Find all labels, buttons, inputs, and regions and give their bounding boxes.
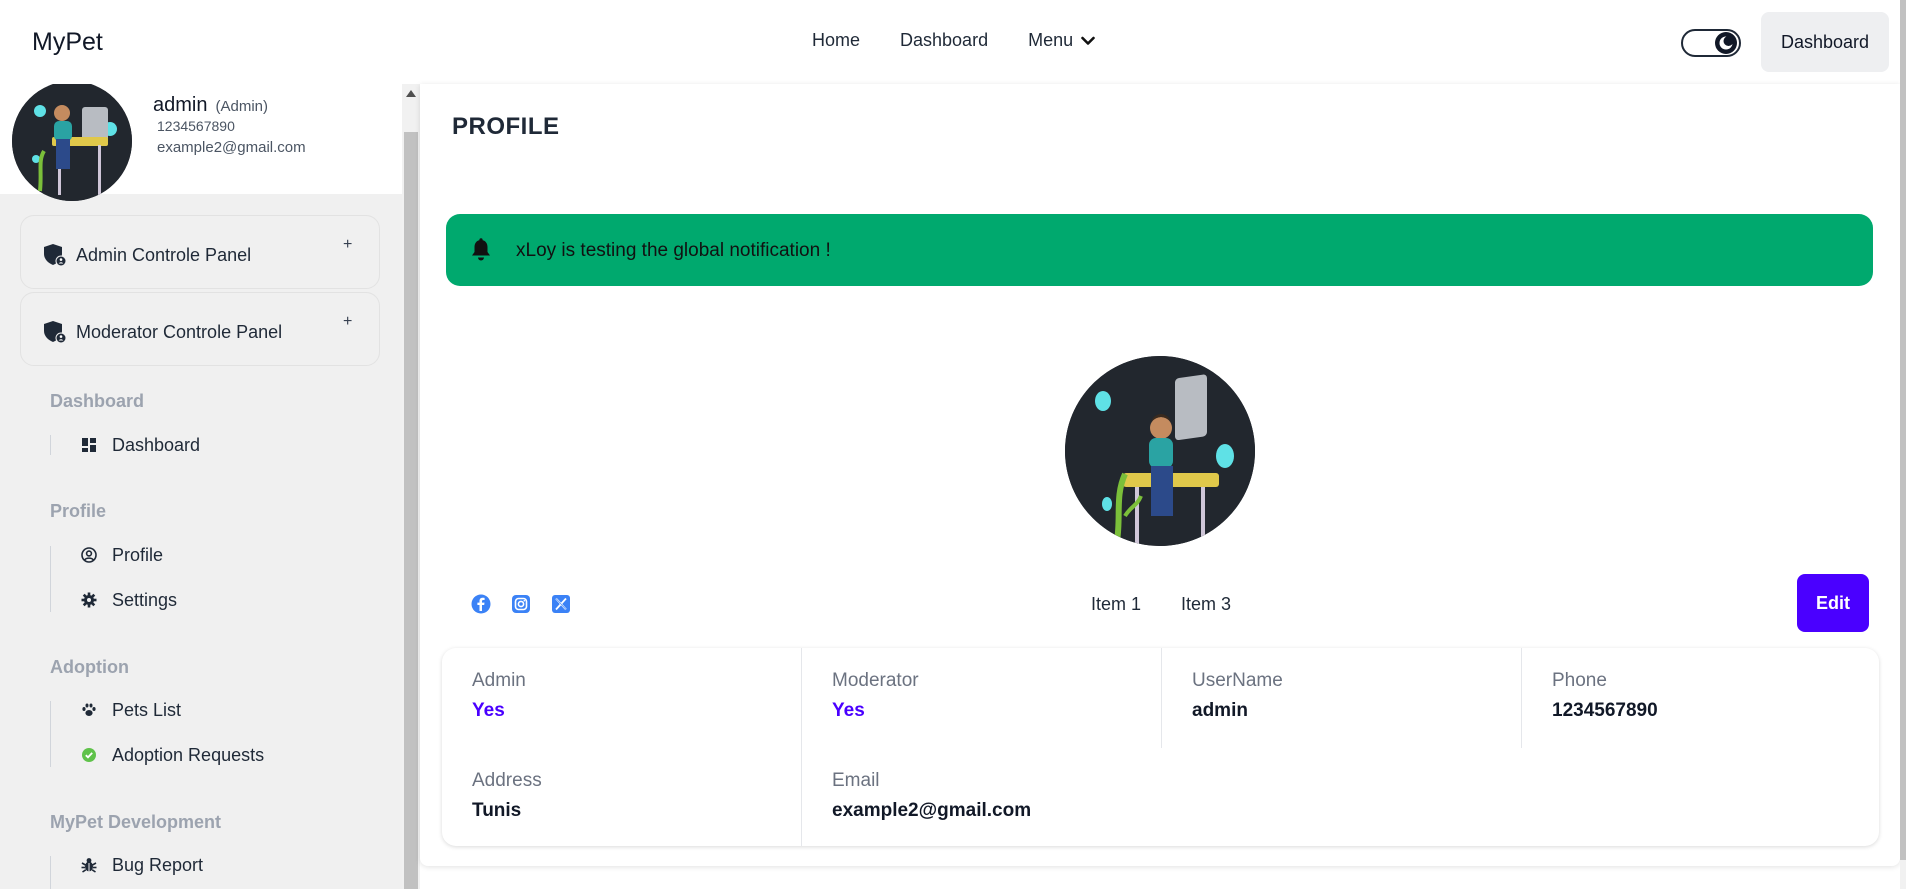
top-navbar: MyPet Home Dashboard Menu Dashboard	[0, 0, 1906, 84]
sidebar-item-pets-list[interactable]: Pets List	[80, 696, 181, 724]
moderator-control-panel-label: Moderator Controle Panel	[76, 322, 283, 342]
divider	[1161, 648, 1162, 748]
nav-link-dashboard[interactable]: Dashboard	[900, 30, 988, 51]
info-address: Address Tunis	[472, 770, 542, 822]
sidebar-item-settings[interactable]: Settings	[80, 586, 177, 614]
divider	[801, 648, 802, 846]
profile-info-card: Admin Yes Moderator Yes UserName admin P…	[442, 648, 1879, 846]
info-moderator: Moderator Yes	[832, 670, 919, 722]
sidebar-item-label: Pets List	[112, 699, 182, 720]
info-label: UserName	[1192, 670, 1283, 691]
profile-tabs: Item 1 Item 3	[1091, 594, 1271, 615]
nav-menu-dropdown[interactable]: Menu	[1028, 30, 1095, 51]
moon-icon	[1715, 32, 1737, 54]
divider	[1521, 648, 1522, 748]
bell-icon	[470, 238, 492, 267]
sidebar-scrollbar[interactable]	[402, 84, 420, 889]
info-email: Email example2@gmail.com	[832, 770, 1031, 822]
notification-message: xLoy is testing the global notification …	[516, 240, 831, 261]
nav-menu-label: Menu	[1028, 30, 1074, 50]
sidebar-item-bug-report[interactable]: Bug Report	[80, 851, 203, 879]
instagram-icon[interactable]	[511, 594, 531, 614]
page-title: PROFILE	[452, 113, 560, 140]
info-label: Email	[832, 770, 880, 791]
section-title-adoption: Adoption	[50, 657, 129, 677]
theme-toggle[interactable]	[1681, 29, 1741, 57]
admin-control-panel-label: Admin Controle Panel	[76, 245, 252, 265]
check-circle-icon	[80, 748, 98, 762]
facebook-icon[interactable]	[471, 594, 491, 614]
paw-icon	[80, 702, 98, 718]
sidebar-user-email: example2@gmail.com	[157, 139, 306, 156]
chevron-down-icon	[1081, 36, 1095, 45]
user-circle-icon	[80, 547, 98, 563]
section-divider	[50, 856, 51, 889]
window-scrollbar[interactable]	[1900, 0, 1906, 889]
main-nav: Home Dashboard Menu	[812, 30, 1095, 51]
global-notification: xLoy is testing the global notification …	[446, 214, 1873, 286]
sidebar-user-name: admin (Admin)	[153, 94, 268, 116]
section-title-development: MyPet Development	[50, 812, 222, 832]
social-links	[471, 594, 591, 614]
section-divider	[50, 546, 51, 612]
brand-logo[interactable]: MyPet	[32, 28, 103, 57]
section-title-profile: Profile	[50, 501, 107, 521]
info-value: example2@gmail.com	[832, 800, 1032, 821]
edit-button[interactable]: Edit	[1797, 574, 1869, 632]
avatar	[12, 84, 132, 201]
sidebar: admin (Admin) 1234567890 example2@gmail.c…	[0, 84, 420, 889]
scrollbar-thumb[interactable]	[1900, 0, 1906, 860]
dashboard-icon	[80, 438, 98, 452]
admin-control-panel[interactable]: Admin Controle Panel +	[20, 215, 380, 289]
sidebar-item-label: Settings	[112, 589, 178, 610]
info-value: 1234567890	[1552, 700, 1658, 721]
x-twitter-icon[interactable]	[551, 594, 571, 614]
info-phone: Phone 1234567890	[1552, 670, 1658, 722]
gear-icon	[80, 592, 98, 608]
sidebar-item-label: Profile	[112, 544, 164, 565]
scroll-up-icon[interactable]	[406, 90, 416, 97]
tab-item-1[interactable]: Item 1	[1091, 594, 1141, 615]
profile-avatar	[1065, 356, 1255, 546]
section-title-dashboard: Dashboard	[50, 391, 145, 411]
info-label: Phone	[1552, 670, 1607, 691]
moderator-control-panel[interactable]: Moderator Controle Panel +	[20, 292, 380, 366]
bug-icon	[80, 857, 98, 873]
shield-user-icon	[43, 320, 67, 349]
section-divider	[50, 435, 51, 455]
expand-icon[interactable]: +	[343, 313, 352, 331]
sidebar-user-card: admin (Admin) 1234567890 example2@gmail.c…	[0, 84, 402, 201]
sidebar-item-label: Dashboard	[112, 434, 201, 455]
info-label: Address	[472, 770, 542, 791]
sidebar-user-phone: 1234567890	[157, 118, 235, 134]
info-username: UserName admin	[1192, 670, 1283, 722]
expand-icon[interactable]: +	[343, 236, 352, 254]
info-value: admin	[1192, 700, 1248, 721]
sidebar-user-role: (Admin)	[215, 98, 268, 115]
dashboard-button[interactable]: Dashboard	[1761, 12, 1889, 72]
sidebar-item-label: Adoption Requests	[112, 744, 265, 765]
section-divider	[50, 701, 51, 767]
shield-user-icon	[43, 243, 67, 272]
tab-item-3[interactable]: Item 3	[1181, 594, 1231, 615]
info-label: Moderator	[832, 670, 919, 691]
sidebar-item-adoption-requests[interactable]: Adoption Requests	[80, 741, 264, 769]
nav-link-home[interactable]: Home	[812, 30, 860, 51]
sidebar-item-dashboard[interactable]: Dashboard	[80, 431, 200, 459]
sidebar-item-label: Bug Report	[112, 854, 204, 875]
info-label: Admin	[472, 670, 526, 691]
info-value: Yes	[472, 700, 505, 721]
info-value: Tunis	[472, 800, 522, 821]
info-admin: Admin Yes	[472, 670, 526, 722]
info-value: Yes	[832, 700, 865, 721]
scrollbar-thumb[interactable]	[404, 132, 418, 889]
sidebar-item-profile[interactable]: Profile	[80, 541, 163, 569]
